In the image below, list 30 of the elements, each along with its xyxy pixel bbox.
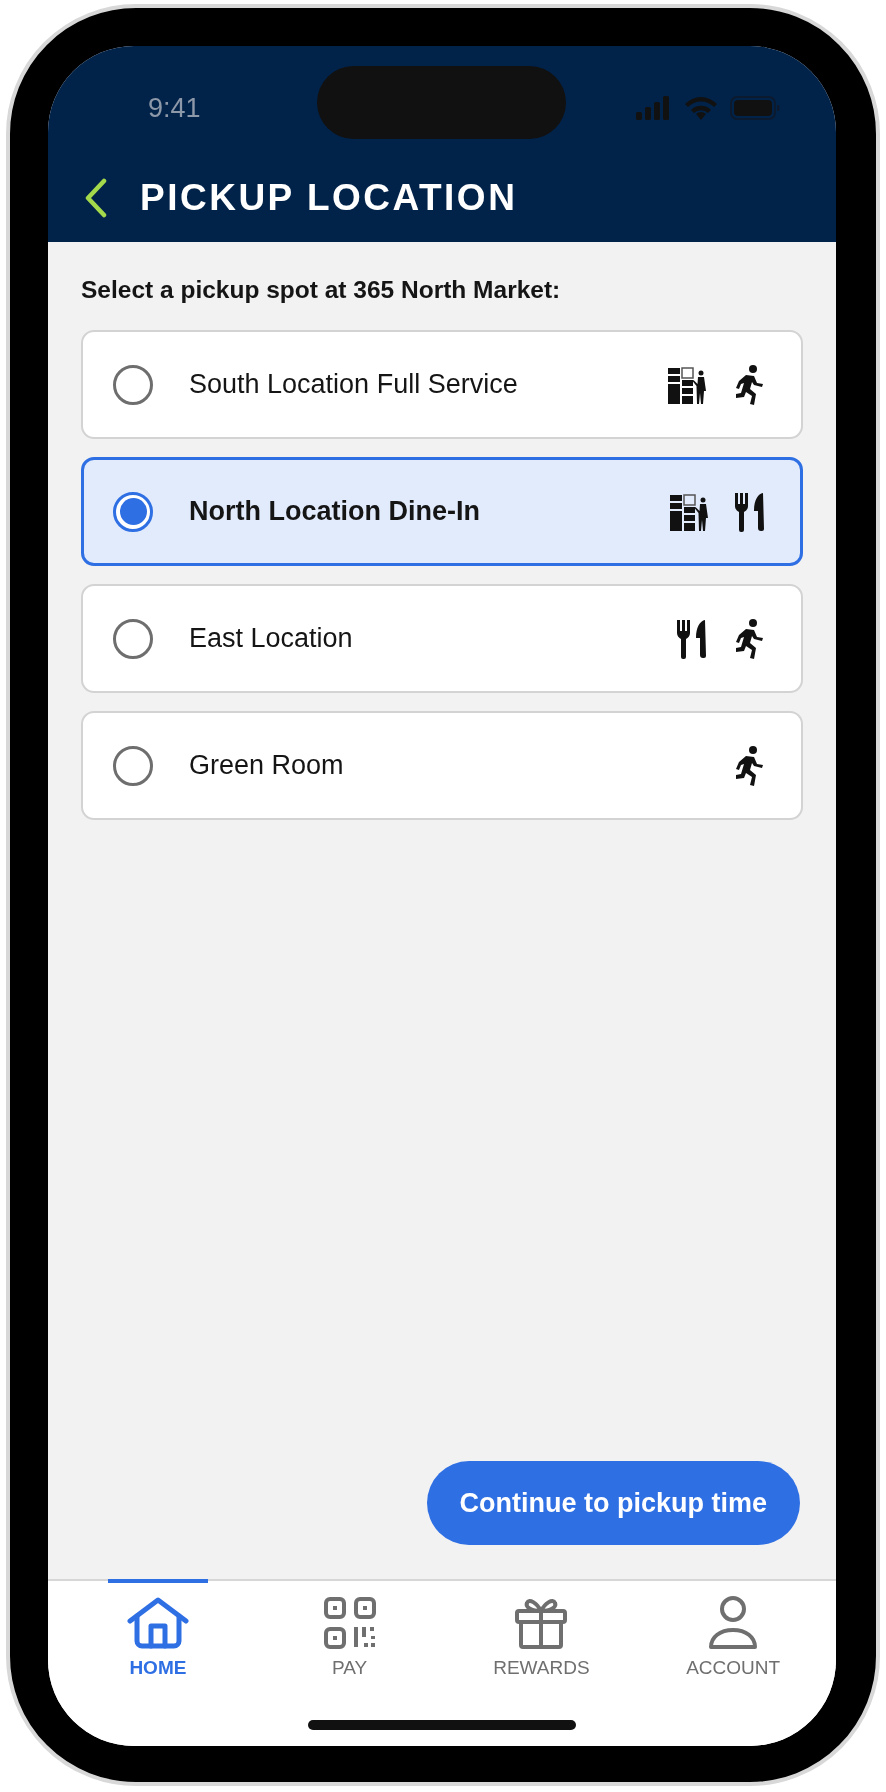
radio-button[interactable] — [113, 364, 153, 405]
radio-button[interactable] — [113, 491, 153, 532]
wifi-icon — [684, 96, 718, 120]
home-icon — [126, 1597, 189, 1649]
fork-knife-icon — [733, 491, 767, 532]
nav-tab[interactable]: HOME — [62, 1581, 254, 1699]
gift-icon — [514, 1596, 569, 1650]
location-option[interactable]: East Location — [81, 584, 803, 693]
radio-button[interactable] — [113, 745, 153, 786]
nav-tab[interactable]: REWARDS — [445, 1581, 638, 1699]
status-time: 9:41 — [148, 92, 201, 124]
location-option[interactable]: North Location Dine-In — [81, 457, 803, 566]
location-name: South Location Full Service — [189, 369, 519, 400]
screen-title: PICKUP LOCATION — [140, 177, 518, 219]
nav-tab[interactable]: ACCOUNT — [637, 1581, 829, 1699]
location-option[interactable]: South Location Full Service — [81, 330, 803, 439]
location-name: Green Room — [189, 750, 345, 781]
location-option[interactable]: Green Room — [81, 711, 803, 820]
prompt-text: Select a pickup spot at 365 North Market: — [81, 276, 562, 304]
radio-button[interactable] — [113, 618, 153, 659]
signal-icon — [636, 96, 672, 120]
continue-button[interactable]: Continue to pickup time — [426, 1461, 800, 1545]
person-icon — [708, 1596, 759, 1650]
back-icon[interactable] — [84, 178, 108, 218]
location-name: North Location Dine-In — [189, 496, 481, 527]
qr-code-icon — [323, 1597, 376, 1649]
location-name: East Location — [189, 623, 354, 654]
nav-tab[interactable]: PAY — [253, 1581, 446, 1699]
battery-icon — [730, 96, 780, 120]
fork-knife-icon — [675, 618, 709, 659]
